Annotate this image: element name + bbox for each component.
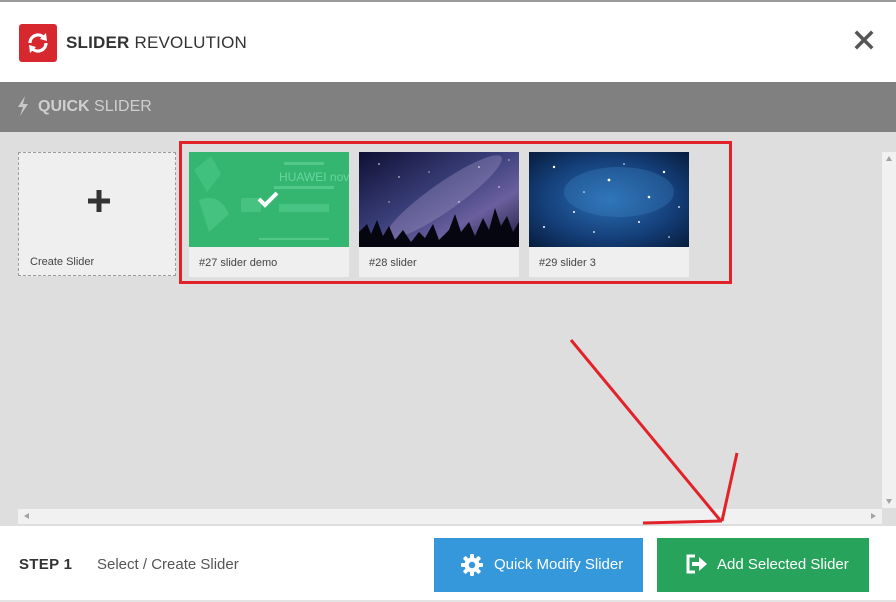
vertical-scrollbar[interactable] xyxy=(882,152,896,508)
app-title: SLIDER REVOLUTION xyxy=(66,33,248,52)
step-description: Select / Create Slider xyxy=(97,556,239,573)
create-slider-label: Create Slider xyxy=(30,256,95,268)
plus-icon xyxy=(88,190,110,212)
gear-icon xyxy=(461,554,483,576)
scroll-left-icon[interactable] xyxy=(24,513,29,519)
add-selected-slider-button[interactable]: Add Selected Slider xyxy=(657,538,869,592)
thumb-overlay-text: HUAWEI nova xyxy=(279,170,349,184)
scroll-right-icon[interactable] xyxy=(871,513,876,519)
modal-header: SLIDER REVOLUTION xyxy=(0,2,896,82)
refresh-icon xyxy=(28,33,48,53)
sign-in-icon xyxy=(686,554,707,574)
step-label: STEP 1 xyxy=(19,556,73,573)
slider-card[interactable]: HUAWEI nova #27 slider demo xyxy=(189,152,349,277)
quick-modify-slider-label: Quick Modify Slider xyxy=(494,556,624,573)
horizontal-scrollbar[interactable] xyxy=(18,509,882,524)
bolt-icon xyxy=(18,96,28,116)
slider-thumbnail xyxy=(359,152,519,247)
slider-card[interactable]: #29 slider 3 xyxy=(529,152,689,277)
checkmark-icon xyxy=(257,191,279,208)
quick-slider-bar: QUICK SLIDER xyxy=(0,82,896,132)
slider-thumbnail xyxy=(529,152,689,247)
close-button[interactable] xyxy=(852,28,876,52)
slider-thumbnail: HUAWEI nova xyxy=(189,152,349,247)
quick-slider-title: QUICK SLIDER xyxy=(38,98,152,115)
slider-revolution-logo xyxy=(19,24,57,62)
create-slider-tile[interactable]: Create Slider xyxy=(18,152,176,276)
scroll-down-icon[interactable] xyxy=(886,499,892,504)
modal-footer: STEP 1 Select / Create Slider Quick Modi… xyxy=(0,526,896,602)
quick-modify-slider-button[interactable]: Quick Modify Slider xyxy=(434,538,643,592)
slider-card-label: #28 slider xyxy=(369,257,417,269)
close-icon xyxy=(854,30,874,50)
slider-card[interactable]: #28 slider xyxy=(359,152,519,277)
slider-card-label: #27 slider demo xyxy=(199,257,278,269)
scroll-up-icon[interactable] xyxy=(886,156,892,161)
slider-card-label: #29 slider 3 xyxy=(539,257,596,269)
add-selected-slider-label: Add Selected Slider xyxy=(717,556,849,573)
